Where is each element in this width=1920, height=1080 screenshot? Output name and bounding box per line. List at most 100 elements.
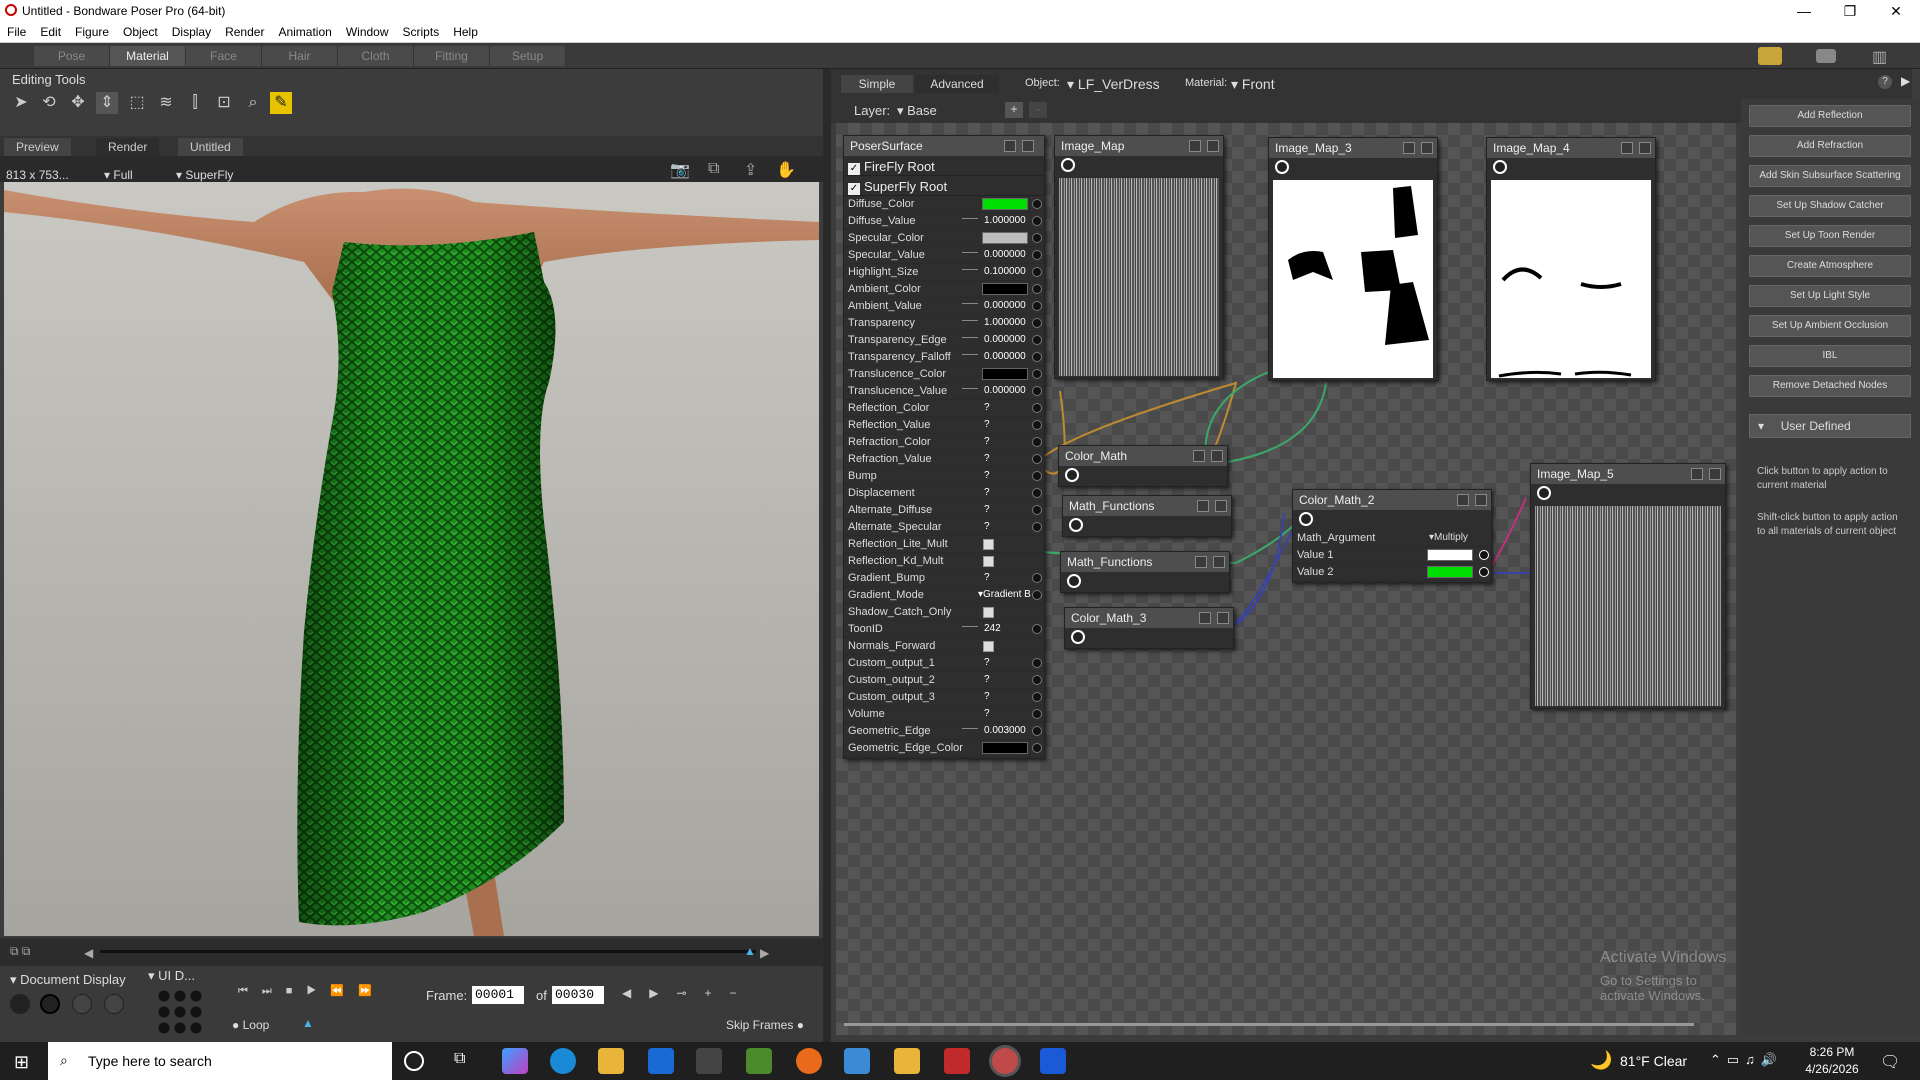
poser-surface-node[interactable]: PoserSurface ✓ FireFly Root ✓ SuperFly Roo… (843, 135, 1045, 759)
image-map-header[interactable]: Image_Map (1055, 136, 1223, 156)
surface-prop-value[interactable]: ? (984, 504, 990, 515)
superfly-root-row[interactable]: ✓ SuperFly Root (844, 176, 1044, 196)
node-options-icon[interactable] (1639, 142, 1651, 154)
user-defined-dropdown[interactable]: ▾ User Defined (1749, 414, 1911, 438)
tab-preview[interactable]: Preview (4, 138, 71, 156)
node-minimize-icon[interactable] (1195, 556, 1207, 568)
tab-face[interactable]: Face (186, 46, 262, 66)
math-functions-1-header[interactable]: Math_Functions (1063, 496, 1231, 516)
surface-prop-row[interactable]: Refraction_Color? (844, 434, 1044, 451)
menu-display[interactable]: Display (165, 22, 218, 39)
weather-text[interactable]: 81°F Clear (1620, 1053, 1687, 1069)
frame-input[interactable]: 00001 (472, 986, 524, 1004)
notifications-icon[interactable] (1758, 47, 1782, 65)
image-map-node[interactable]: Image_Map (1054, 135, 1224, 379)
menu-window[interactable]: Window (339, 22, 396, 39)
tab-render[interactable]: Render (96, 138, 160, 156)
display-style-dot-2[interactable] (40, 994, 60, 1014)
keyframe-buttons[interactable]: ◀▶⊸+− (622, 986, 755, 1000)
surface-prop-row[interactable]: Alternate_Diffuse? (844, 502, 1044, 519)
display-style-dot-3[interactable] (72, 994, 92, 1014)
math-argument-row[interactable]: Math_Argument ▾Multiply (1293, 530, 1491, 547)
input-plug-icon[interactable] (1032, 522, 1042, 532)
math-argument-dropdown[interactable]: ▾Multiply (1429, 532, 1468, 543)
menu-render[interactable]: Render (218, 22, 271, 39)
value-dial-icon[interactable] (962, 303, 978, 309)
surface-prop-value[interactable]: 1.000000 (984, 317, 1026, 328)
value-dial-icon[interactable] (962, 354, 978, 360)
surface-prop-row[interactable]: ToonID 242 (844, 621, 1044, 638)
input-plug-icon[interactable] (1032, 301, 1042, 311)
taper-tool-icon[interactable]: ≋ (155, 92, 177, 114)
poser-surface-header[interactable]: PoserSurface (844, 136, 1044, 156)
file-explorer-icon[interactable] (598, 1048, 624, 1074)
output-plug-icon[interactable] (1299, 512, 1313, 526)
menu-edit[interactable]: Edit (33, 22, 68, 39)
close-button[interactable]: ✕ (1873, 0, 1919, 22)
image-map-4-node[interactable]: Image_Map_4 (1486, 137, 1656, 381)
snapshot-icon[interactable]: ⧉ (708, 160, 719, 178)
library-icon[interactable]: ▥ (1872, 47, 1896, 66)
shader-node-canvas[interactable]: PoserSurface ✓ FireFly Root ✓ SuperFly Roo… (836, 123, 1736, 1035)
display-style-dot-1[interactable] (10, 994, 30, 1014)
color-math-3-node[interactable]: Color_Math_3 (1064, 607, 1234, 649)
tab-untitled-doc[interactable]: Untitled (178, 138, 243, 156)
menu-object[interactable]: Object (116, 22, 165, 39)
render-full-dropdown[interactable]: ▾ Full (104, 168, 133, 182)
surface-prop-row[interactable]: Custom_output_1? (844, 655, 1044, 672)
surface-prop-value[interactable]: ? (984, 521, 990, 532)
surface-prop-value[interactable]: 242 (984, 623, 1001, 634)
timeline-left-arrow[interactable]: ◀ (84, 946, 93, 960)
value-dial-icon[interactable] (962, 252, 978, 258)
canvas-horizontal-scrollbar[interactable] (844, 1023, 1694, 1026)
tab-fitting[interactable]: Fitting (414, 46, 490, 66)
tab-setup[interactable]: Setup (490, 46, 566, 66)
firefly-root-row[interactable]: ✓ FireFly Root (844, 156, 1044, 176)
input-plug-icon[interactable] (1479, 550, 1489, 560)
menu-help[interactable]: Help (446, 22, 485, 39)
surface-prop-row[interactable]: Ambient_Color (844, 281, 1044, 298)
node-options-icon[interactable] (1207, 140, 1219, 152)
loop-slider-handle[interactable]: ▲ (302, 1016, 314, 1030)
image-map-5-header[interactable]: Image_Map_5 (1531, 464, 1725, 484)
eyedropper-tool-icon[interactable]: ✎ (270, 92, 292, 114)
value-dial-icon[interactable] (962, 388, 978, 394)
output-plug-icon[interactable] (1061, 158, 1075, 172)
surface-prop-row[interactable]: Bump? (844, 468, 1044, 485)
surface-prop-row[interactable]: Specular_Color (844, 230, 1044, 247)
surface-prop-row[interactable]: Volume? (844, 706, 1044, 723)
image-map-4-header[interactable]: Image_Map_4 (1487, 138, 1655, 158)
collapse-panel-icon[interactable]: ▶ (1901, 74, 1910, 88)
node-options-icon[interactable] (1215, 500, 1227, 512)
object-dropdown[interactable]: ▾ LF_VerDress (1067, 76, 1160, 93)
wizard-button[interactable]: Set Up Ambient Occlusion (1749, 315, 1911, 337)
value1-swatch[interactable] (1427, 549, 1473, 561)
export-icon[interactable]: ⇪ (744, 160, 757, 180)
surface-prop-value[interactable]: ? (984, 572, 990, 583)
surface-prop-row[interactable]: Reflection_Kd_Mult (844, 553, 1044, 570)
select-tool-icon[interactable]: ➤ (10, 92, 32, 114)
surface-prop-value[interactable]: ? (984, 691, 990, 702)
surface-prop-row[interactable]: Reflection_Lite_Mult (844, 536, 1044, 553)
node-options-icon[interactable] (1709, 468, 1721, 480)
node-options-icon[interactable] (1217, 612, 1229, 624)
wizard-button[interactable]: Add Refraction (1749, 135, 1911, 157)
surface-prop-value[interactable]: ? (984, 470, 990, 481)
color-math-2-node[interactable]: Color_Math_2 Math_Argument ▾Multiply Valu… (1292, 489, 1492, 583)
playback-buttons[interactable]: ⏮⏭■▶⏪⏩ (238, 984, 388, 1004)
input-plug-icon[interactable] (1032, 267, 1042, 277)
app-blue-icon[interactable] (1040, 1048, 1066, 1074)
surface-prop-value[interactable]: ? (984, 657, 990, 668)
input-plug-icon[interactable] (1032, 573, 1042, 583)
splitter[interactable] (823, 69, 831, 1042)
input-plug-icon[interactable] (1479, 567, 1489, 577)
input-plug-icon[interactable] (1032, 250, 1042, 260)
node-options-icon[interactable] (1211, 450, 1223, 462)
tab-simple[interactable]: Simple (841, 75, 913, 93)
input-plug-icon[interactable] (1032, 488, 1042, 498)
system-tray-icons[interactable]: ⌃▭♫🔊 (1710, 1052, 1783, 1068)
image-map-5-node[interactable]: Image_Map_5 (1530, 463, 1726, 709)
color-math-header[interactable]: Color_Math (1059, 446, 1227, 466)
input-plug-icon[interactable] (1032, 420, 1042, 430)
wizard-button[interactable]: Set Up Light Style (1749, 285, 1911, 307)
